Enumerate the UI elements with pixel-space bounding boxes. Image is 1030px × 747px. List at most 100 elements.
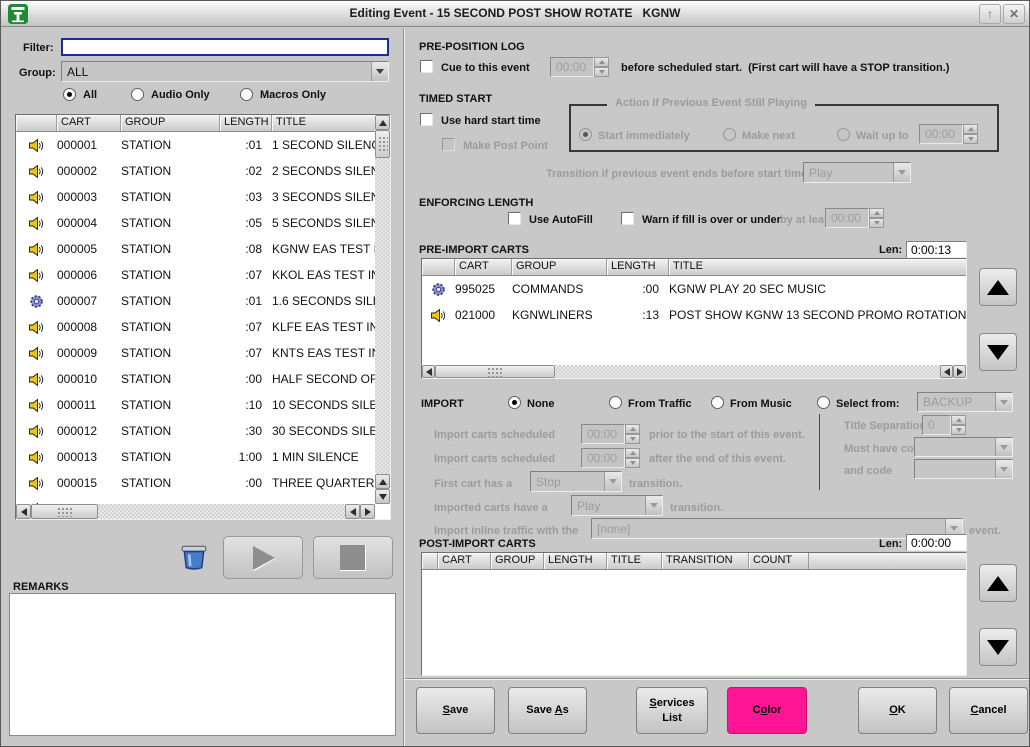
pre-import-row[interactable]: 995025COMMANDS:00KGNW PLAY 20 SEC MUSIC [422, 276, 966, 302]
cart-row[interactable]: 000015STATION:00THREE QUARTER SECOND [16, 470, 375, 496]
save-button[interactable]: Save [416, 687, 495, 734]
bucket-icon-button[interactable] [179, 542, 209, 572]
scroll-left-button2[interactable] [940, 365, 953, 378]
spin-up-icon[interactable] [594, 57, 609, 67]
arrow-right-icon [957, 368, 963, 376]
header-icon-col[interactable] [422, 259, 455, 275]
pre-import-move-down-button[interactable] [979, 333, 1017, 371]
header-icon-col[interactable] [16, 115, 57, 131]
services-list-button[interactable]: Services List [636, 687, 708, 734]
close-window-button[interactable]: ✕ [1003, 4, 1025, 24]
header-group[interactable]: GROUP [491, 553, 544, 569]
pre-import-row[interactable]: 021000KGNWLINERS:13POST SHOW KGNW 13 SEC… [422, 302, 966, 328]
cart-row[interactable]: 000007STATION:011.6 SECONDS SILENCE [16, 288, 375, 314]
pre-import-len-label: Len: [879, 244, 902, 256]
scroll-left-button2[interactable] [345, 504, 360, 519]
cart-row[interactable]: 000003STATION:033 SECONDS SILENCE [16, 184, 375, 210]
ok-button[interactable]: OK [858, 687, 937, 734]
header-icon-col[interactable] [422, 553, 438, 569]
pre-import-move-up-button[interactable] [979, 268, 1017, 306]
scroll-right-button[interactable] [953, 365, 966, 378]
scope-radio-all[interactable] [63, 88, 76, 101]
macro-cart-icon [430, 281, 447, 298]
header-title[interactable]: TITLE [272, 115, 375, 131]
cart-row[interactable]: 000013STATION1:001 MIN SILENCE [16, 444, 375, 470]
scroll-right-button[interactable] [360, 504, 375, 519]
cue-time-spinbox[interactable]: 00:00 [550, 57, 609, 77]
import-traffic-radio[interactable] [609, 396, 622, 409]
hscroll-track[interactable] [555, 365, 940, 378]
autofill-checkbox[interactable] [508, 212, 521, 225]
warn-fill-checkbox[interactable] [621, 212, 634, 225]
header-cart[interactable]: CART [438, 553, 491, 569]
import-none-radio[interactable] [508, 396, 521, 409]
cart-row[interactable]: 000001STATION:011 SECOND SILENCE [16, 132, 375, 158]
remarks-textarea[interactable] [9, 593, 396, 736]
header-group[interactable]: GROUP [121, 115, 220, 131]
arrow-down-icon [987, 640, 1009, 655]
save-as-button[interactable]: Save As [508, 687, 587, 734]
cart-row[interactable]: 000002STATION:022 SECONDS SILENCE [16, 158, 375, 184]
filter-input[interactable] [61, 38, 389, 56]
scroll-up-button2[interactable] [375, 474, 390, 489]
scope-label-all: All [83, 89, 97, 101]
color-button[interactable]: Color [727, 687, 807, 734]
header-cart[interactable]: CART [455, 259, 512, 275]
cue-to-event-label: Cue to this event [441, 62, 530, 74]
stop-button[interactable] [313, 536, 393, 579]
post-import-move-down-button[interactable] [979, 628, 1017, 666]
scroll-down-button[interactable] [375, 489, 390, 504]
scroll-left-button[interactable] [16, 504, 31, 519]
vscroll-thumb[interactable] [375, 130, 390, 158]
cart-row[interactable]: 000004STATION:055 SECONDS SILENCE [16, 210, 375, 236]
header-title[interactable]: TITLE [669, 259, 966, 275]
import-select-from-radio[interactable] [817, 396, 830, 409]
audio-cart-icon [28, 241, 45, 258]
cart-list-hscrollbar [16, 504, 375, 519]
header-length[interactable]: LENGTH [544, 553, 607, 569]
hscroll-thumb[interactable] [435, 365, 555, 378]
cart-row[interactable]: 000010STATION:00HALF SECOND OF SILENCE [16, 366, 375, 392]
scroll-up-button[interactable] [375, 115, 390, 130]
spin-down-icon[interactable] [594, 67, 609, 77]
window-titlebar[interactable]: Editing Event - 15 SECOND POST SHOW ROTA… [1, 1, 1029, 27]
group-select[interactable]: ALL [61, 61, 389, 82]
filter-label: Filter: [23, 42, 54, 54]
hscroll-track[interactable] [98, 504, 345, 519]
chevron-down-icon [995, 393, 1012, 411]
cart-row[interactable]: 000005STATION:08KGNW EAS TEST IN [16, 236, 375, 262]
cart-row[interactable]: 000009STATION:07KNTS EAS TEST IN [16, 340, 375, 366]
scope-label-macros-only: Macros Only [260, 89, 326, 101]
header-title[interactable]: TITLE [607, 553, 662, 569]
sched-prior-suffix: prior to the start of this event. [649, 429, 805, 441]
cue-to-event-checkbox[interactable] [420, 60, 433, 73]
header-transition[interactable]: TRANSITION [662, 553, 749, 569]
shade-icon: ↑ [987, 7, 993, 21]
header-length[interactable]: LENGTH [220, 115, 272, 131]
hard-start-label: Use hard start time [441, 115, 541, 127]
hscroll-thumb[interactable] [31, 504, 98, 519]
vscroll-track[interactable] [375, 158, 390, 474]
header-count[interactable]: COUNT [749, 553, 809, 569]
cancel-button[interactable]: Cancel [949, 687, 1028, 734]
spin-up-icon [963, 124, 978, 134]
cart-row[interactable]: 000008STATION:07KLFE EAS TEST IN [16, 314, 375, 340]
cart-row[interactable]: 000011STATION:1010 SECONDS SILENCE [16, 392, 375, 418]
cart-row[interactable]: 000012STATION:3030 SECONDS SILENCE [16, 418, 375, 444]
cart-row[interactable]: 000006STATION:07KKOL EAS TEST IN [16, 262, 375, 288]
post-import-header: CART GROUP LENGTH TITLE TRANSITION COUNT [422, 553, 966, 570]
import-music-radio[interactable] [711, 396, 724, 409]
shade-window-button[interactable]: ↑ [979, 4, 1001, 24]
post-import-move-up-button[interactable] [979, 564, 1017, 602]
hard-start-checkbox[interactable] [420, 113, 433, 126]
scope-radio-macros-only[interactable] [240, 88, 253, 101]
play-button[interactable] [223, 536, 303, 579]
sched-after-label: Import carts scheduled [434, 453, 555, 465]
header-length[interactable]: LENGTH [607, 259, 669, 275]
wait-time-spinbox: 00:00 [919, 124, 978, 144]
header-cart[interactable]: CART [57, 115, 121, 131]
scope-radio-audio-only[interactable] [131, 88, 144, 101]
header-group[interactable]: GROUP [512, 259, 607, 275]
scroll-left-button[interactable] [422, 365, 435, 378]
first-cart-suffix: transition. [629, 478, 682, 490]
